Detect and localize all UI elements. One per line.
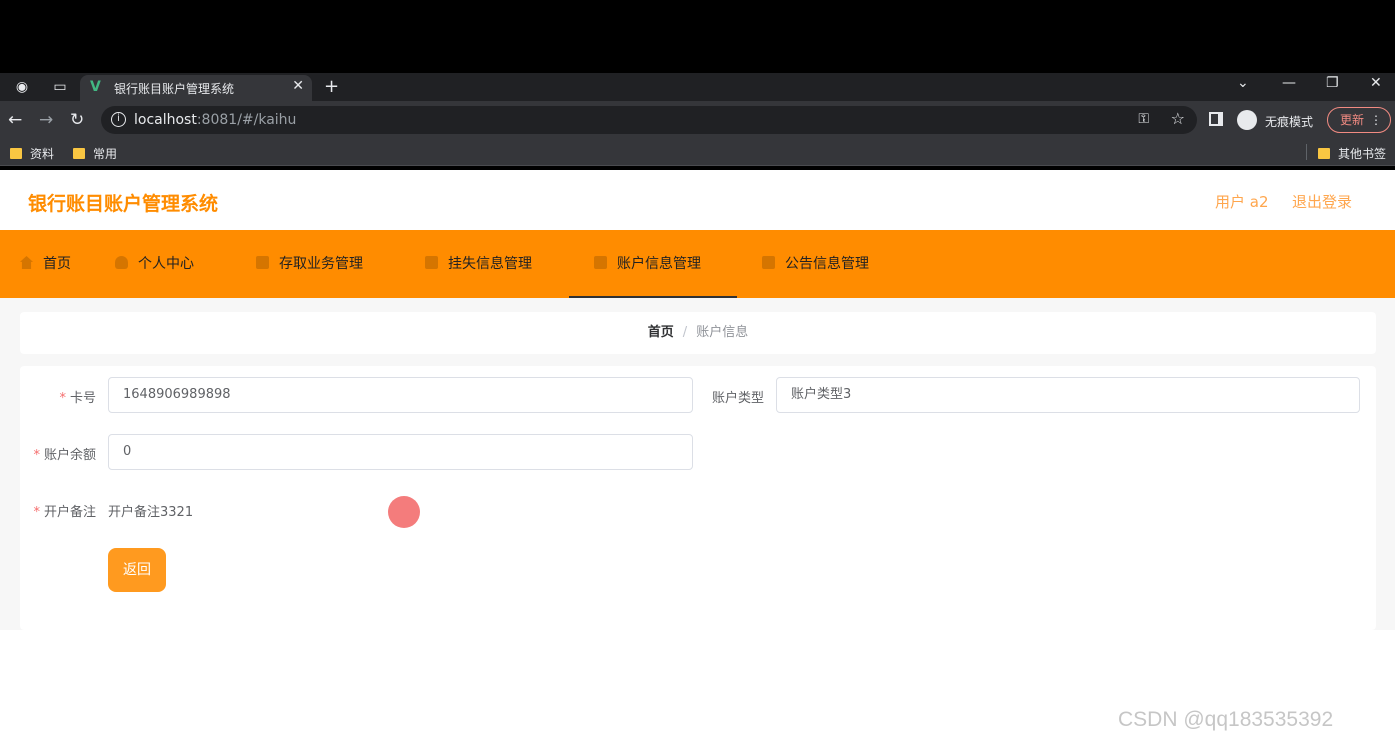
required-mark: * [59,391,66,406]
nav-item-profile[interactable]: 个人中心 [115,230,194,298]
incognito-label: 无痕模式 [1265,115,1314,129]
breadcrumb-current: 账户信息 [696,325,749,340]
account-form: * 卡号 1648906989898 账户类型 账户类型3 * 账户余额 0 * 开户… [20,366,1376,630]
tab-title: 银行账目账户管理系统 [114,82,235,96]
back-button[interactable]: 返回 [108,548,166,592]
password-key-icon[interactable]: ⚿ [1138,111,1149,127]
notice-icon [762,256,775,269]
required-mark: * [33,448,40,463]
account-type-field[interactable]: 账户类型3 [776,377,1360,413]
main-nav: 首页 个人中心 存取业务管理 挂失信息管理 账户信息管理 公告信息管理 [0,230,1395,298]
browser-tab-active[interactable]: V 银行账目账户管理系统 ✕ [80,75,312,101]
site-title: 银行账目账户管理系统 [28,193,219,215]
balance-label: * 账户余额 [33,448,96,463]
browser-toolbar: ← → ↻ i localhost:8081/#/kaihu ⚿ ☆ 无痕模式 … [0,101,1395,139]
doc-icon [256,256,269,269]
home-icon [20,256,33,269]
tab-search-icon[interactable]: ▭ [50,77,70,97]
tab-close-icon[interactable]: ✕ [292,78,304,94]
reload-icon[interactable]: ↻ [70,110,84,130]
incognito-icon[interactable] [1237,110,1257,130]
url-text[interactable]: localhost:8081/#/kaihu [134,112,296,128]
restore-icon[interactable]: ❐ [1326,75,1339,91]
card-icon [425,256,438,269]
card-no-field[interactable]: 1648906989898 [108,377,693,413]
browser-tab-bar: ◉ ▭ V 银行账目账户管理系统 ✕ + ⌄ — ❐ ✕ [0,73,1395,101]
main-content: 首页 / 账户信息 * 卡号 1648906989898 账户类型 账户类型3 * 账户… [0,298,1395,630]
back-icon[interactable]: ← [8,110,22,130]
current-user-label: 用户 a2 [1215,193,1269,211]
nav-item-deposit[interactable]: 存取业务管理 [256,230,363,298]
nav-item-loss-report[interactable]: 挂失信息管理 [425,230,532,298]
account-type-label: 账户类型 [711,391,764,406]
logout-link[interactable]: 退出登录 [1292,191,1352,212]
forward-icon[interactable]: → [39,110,53,130]
mouse-cursor-highlight [388,496,420,528]
nav-item-notice[interactable]: 公告信息管理 [762,230,869,298]
user-icon [115,256,128,269]
menu-dots-icon[interactable]: ⋮ [1370,108,1382,132]
window-close-icon[interactable]: ✕ [1370,75,1382,91]
site-header: 银行账目账户管理系统 用户 a2 退出登录 [0,170,1395,230]
pin-icon [594,256,607,269]
folder-icon [10,148,22,159]
folder-icon [73,148,85,159]
screen-top-bar [0,0,1395,73]
breadcrumb-separator: / [682,325,688,340]
balance-field[interactable]: 0 [108,434,693,470]
card-no-label: * 卡号 [59,391,96,406]
folder-icon [1318,148,1330,159]
watermark: CSDN @qq183535392 [1118,708,1334,731]
vue-logo-icon: V [90,79,101,95]
new-tab-button[interactable]: + [324,76,339,97]
side-panel-icon[interactable] [1209,112,1223,126]
remark-label: * 开户备注 [33,505,96,520]
globe-icon[interactable]: ◉ [12,77,32,97]
minimize-icon[interactable]: — [1282,75,1296,91]
update-label: 更新 [1340,113,1365,127]
site-info-icon[interactable]: i [111,112,126,127]
web-page: 银行账目账户管理系统 用户 a2 退出登录 首页 个人中心 存取业务管理 挂失信… [0,170,1395,745]
remark-value: 开户备注3321 [108,505,194,520]
bookmark-folder-changyong[interactable]: 常用 [73,145,117,162]
bookmark-folder-ziliao[interactable]: 资料 [10,145,54,162]
nav-item-home[interactable]: 首页 [20,230,71,298]
other-bookmarks[interactable]: 其他书签 [1318,145,1386,162]
bookmarks-bar: 资料 常用 其他书签 [0,139,1395,166]
required-mark: * [33,505,40,520]
nav-item-account[interactable]: 账户信息管理 [569,230,737,298]
breadcrumb: 首页 / 账户信息 [20,312,1376,354]
tab-list-icon[interactable]: ⌄ [1237,75,1249,91]
bookmark-star-icon[interactable]: ☆ [1171,109,1185,128]
bookmark-separator [1306,144,1307,160]
address-bar[interactable]: i localhost:8081/#/kaihu ⚿ ☆ [101,106,1197,134]
breadcrumb-home[interactable]: 首页 [648,325,674,340]
update-button[interactable]: 更新 ⋮ [1327,107,1391,133]
